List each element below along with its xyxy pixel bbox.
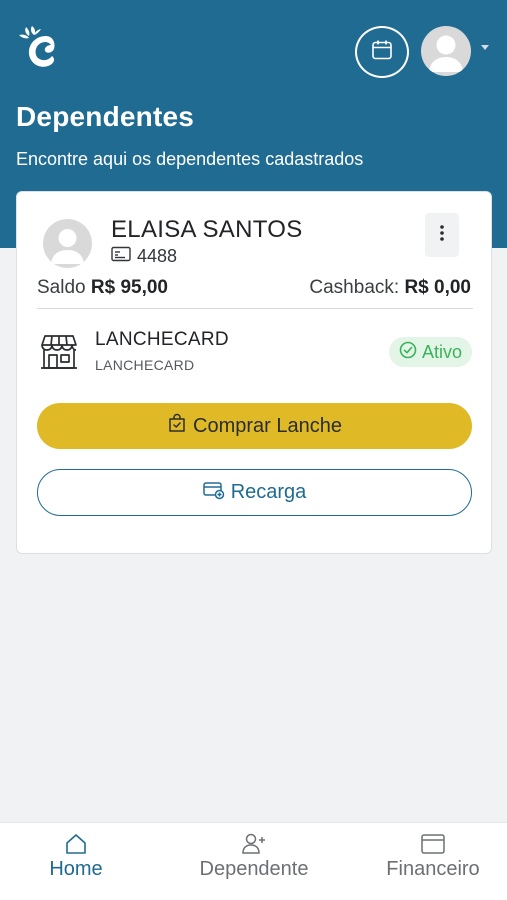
page-title: Dependentes <box>16 101 195 132</box>
dependent-card: ELAISA SANTOS 4488 Saldo R$ 95,00 Cashba… <box>16 191 492 554</box>
dependent-id-row: 4488 <box>111 246 177 267</box>
calendar-button[interactable] <box>355 26 409 78</box>
status-badge: Ativo <box>389 337 472 367</box>
buy-snack-label: Comprar Lanche <box>193 414 342 437</box>
service-name: LANCHECARD <box>95 329 229 350</box>
nav-item-financeiro[interactable]: Financeiro <box>378 823 488 900</box>
nav-label-financeiro: Financeiro <box>386 858 480 880</box>
nav-item-dependente[interactable]: Dependente <box>190 823 318 900</box>
home-icon <box>64 832 88 856</box>
shopping-bag-check-icon <box>167 413 187 439</box>
card-add-icon <box>202 480 225 506</box>
saldo-value: R$ 95,00 <box>90 277 169 298</box>
service-subtitle: LANCHECARD <box>95 357 195 373</box>
cashback-value: R$ 0,00 <box>404 277 471 298</box>
recharge-label: Recarga <box>230 481 307 503</box>
more-vertical-icon <box>439 224 445 247</box>
status-label: Ativo <box>421 341 463 362</box>
cashback-label: Cashback: <box>309 277 400 298</box>
more-options-button[interactable] <box>425 213 459 257</box>
dependent-name: ELAISA SANTOS <box>111 216 303 243</box>
buy-snack-button[interactable]: Comprar Lanche <box>37 403 472 449</box>
saldo-label: Saldo <box>37 277 86 298</box>
nav-item-home[interactable]: Home <box>36 823 116 900</box>
brand-logo-icon[interactable] <box>16 22 64 70</box>
user-plus-icon <box>241 832 267 856</box>
bottom-navigation: Home Dependente Financeiro <box>0 822 507 900</box>
recharge-button[interactable]: Recarga <box>37 469 472 516</box>
dependent-id: 4488 <box>137 246 178 266</box>
check-circle-icon <box>399 341 417 364</box>
dependent-avatar-icon <box>43 219 92 268</box>
nav-label-dependente: Dependente <box>199 858 309 880</box>
id-card-icon <box>111 246 131 267</box>
cashback-row: Cashback: R$ 0,00 <box>309 277 471 299</box>
calendar-icon <box>370 38 394 67</box>
chevron-down-icon[interactable] <box>481 45 489 50</box>
user-avatar-icon[interactable] <box>421 26 471 76</box>
saldo-row: Saldo R$ 95,00 <box>37 277 168 299</box>
nav-label-home: Home <box>49 858 103 880</box>
wallet-icon <box>420 832 446 856</box>
card-divider <box>37 308 473 309</box>
store-icon <box>39 332 79 372</box>
page-subtitle: Encontre aqui os dependentes cadastrados <box>16 149 364 169</box>
